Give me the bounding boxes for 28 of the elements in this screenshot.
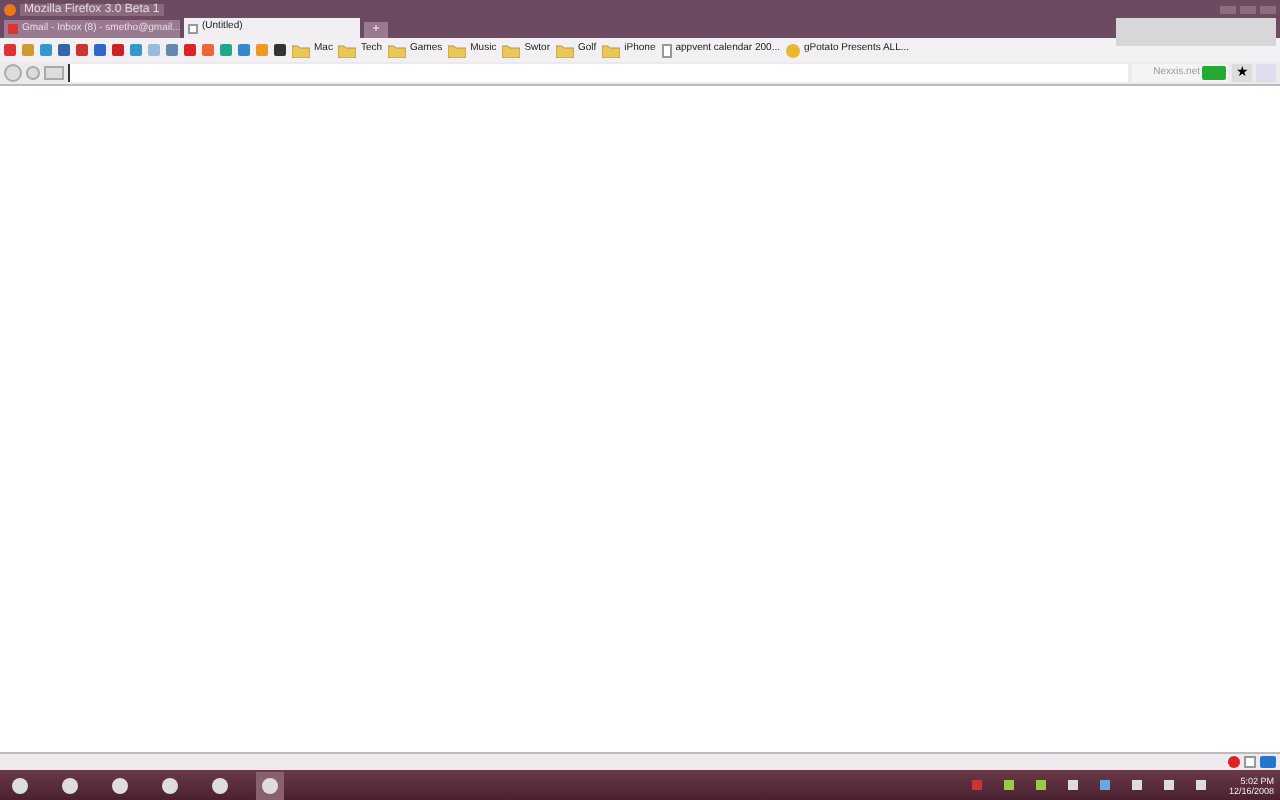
site-identity-button[interactable] xyxy=(44,66,64,80)
folder-icon xyxy=(292,43,310,57)
address-field[interactable] xyxy=(68,64,1128,82)
tray-icon[interactable] xyxy=(1068,780,1079,790)
search-engine-icon xyxy=(1202,66,1226,80)
folder-icon xyxy=(388,43,407,57)
folder-icon xyxy=(448,43,467,57)
page-icon xyxy=(661,43,672,57)
folder-icon xyxy=(502,43,521,57)
tray-icon[interactable] xyxy=(1164,780,1175,790)
folder-icon xyxy=(338,43,357,57)
tray-icon[interactable] xyxy=(1036,780,1047,790)
close-button[interactable] xyxy=(1260,5,1276,13)
folder-icon xyxy=(602,43,621,57)
page-icon xyxy=(1244,756,1256,768)
tray-icon[interactable] xyxy=(1132,780,1143,790)
minimize-button[interactable] xyxy=(1220,5,1236,13)
back-button[interactable] xyxy=(4,64,22,82)
toolbar-icon xyxy=(1260,756,1276,768)
tray-icon[interactable] xyxy=(1004,780,1015,790)
tray-icon[interactable] xyxy=(1100,780,1111,790)
forward-button[interactable] xyxy=(26,66,40,80)
maximize-button[interactable] xyxy=(1240,5,1256,13)
stop-sign-icon xyxy=(1228,756,1240,768)
smiley-icon xyxy=(786,43,800,57)
folder-icon xyxy=(555,43,574,57)
tray-icon[interactable] xyxy=(1196,780,1207,790)
firefox-icon xyxy=(4,3,16,15)
